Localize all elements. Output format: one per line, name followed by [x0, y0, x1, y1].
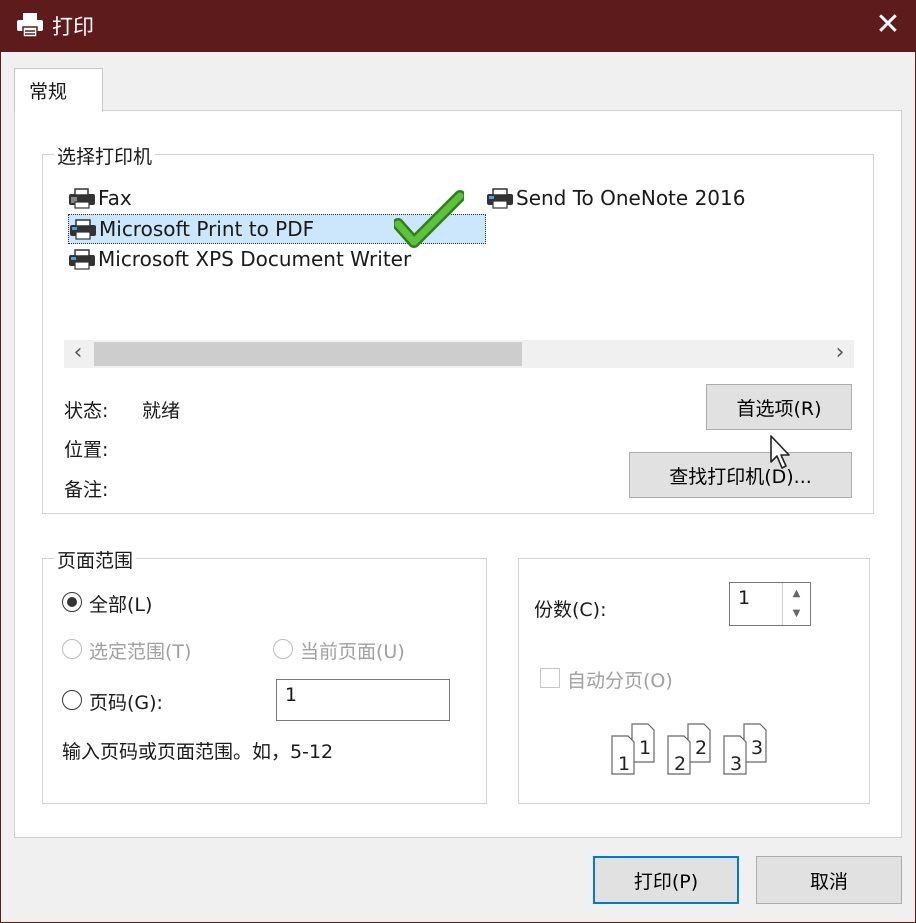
- preferences-button[interactable]: 首选项(R): [706, 384, 852, 430]
- radio-pages-label: 页码(G):: [89, 692, 163, 714]
- comment-label: 备注:: [64, 479, 109, 501]
- printer-item-fax[interactable]: Fax: [68, 184, 132, 214]
- collate-label: 自动分页(O): [567, 670, 673, 692]
- printer-icon: [70, 219, 96, 240]
- printer-list-scrollbar[interactable]: ‹ ›: [64, 340, 854, 368]
- mouse-cursor-icon: [770, 435, 790, 469]
- scroll-right-button[interactable]: ›: [826, 340, 854, 368]
- find-printer-button[interactable]: 查找打印机(D)...: [629, 452, 852, 498]
- page-range-title: 页面范围: [54, 546, 137, 573]
- collate-number: 1: [639, 737, 651, 759]
- close-button[interactable]: ✕: [860, 0, 916, 52]
- printer-icon: [69, 249, 95, 270]
- close-icon: ✕: [875, 7, 901, 42]
- radio-selection[interactable]: [62, 639, 82, 659]
- scrollbar-thumb[interactable]: [94, 342, 522, 366]
- collate-number: 1: [618, 753, 630, 775]
- printer-name: Send To OneNote 2016: [516, 186, 746, 210]
- page-range-hint: 输入页码或页面范围。如，5-12: [62, 741, 334, 763]
- tab-label: 常规: [29, 81, 68, 103]
- collate-number: 3: [730, 753, 742, 775]
- status-value: 就绪: [142, 400, 181, 422]
- chevron-right-icon: ›: [835, 340, 845, 365]
- printer-name: Microsoft XPS Document Writer: [98, 247, 412, 271]
- location-label: 位置:: [64, 439, 109, 461]
- status-label: 状态:: [64, 400, 109, 422]
- chevron-left-icon: ‹: [73, 340, 83, 365]
- select-printer-title: 选择打印机: [54, 142, 156, 169]
- collate-number: 2: [695, 737, 707, 759]
- copies-spinner[interactable]: ▲ ▼: [782, 583, 810, 625]
- checkmark-icon: [394, 190, 464, 248]
- window-title: 打印: [52, 15, 94, 39]
- spin-down-button[interactable]: ▼: [783, 604, 810, 624]
- caret-up-icon: ▲: [792, 588, 801, 599]
- radio-current-page[interactable]: [273, 639, 293, 659]
- scroll-left-button[interactable]: ‹: [64, 340, 92, 368]
- collate-checkbox[interactable]: [540, 668, 560, 688]
- print-button[interactable]: 打印(P): [593, 856, 739, 904]
- radio-all-label: 全部(L): [89, 594, 153, 616]
- pages-input[interactable]: 1: [276, 679, 450, 721]
- title-bar: 打印 ✕: [0, 0, 916, 52]
- radio-selection-label: 选定范围(T): [89, 641, 192, 663]
- fax-icon: [69, 188, 95, 209]
- printer-item-send-to-onenote[interactable]: Send To OneNote 2016: [486, 184, 745, 214]
- spin-up-button[interactable]: ▲: [783, 584, 810, 604]
- caret-down-icon: ▼: [792, 608, 801, 619]
- printer-item-microsoft-xps-document-writer[interactable]: Microsoft XPS Document Writer: [68, 245, 411, 275]
- tab-general[interactable]: 常规: [14, 68, 103, 112]
- radio-current-page-label: 当前页面(U): [300, 641, 405, 663]
- collate-pages-icon: 1 1 2 2 3 3: [611, 723, 767, 775]
- collate-number: 3: [751, 737, 763, 759]
- printer-name: Microsoft Print to PDF: [99, 217, 315, 241]
- cancel-button[interactable]: 取消: [756, 856, 902, 904]
- printer-name: Fax: [98, 186, 132, 210]
- printer-icon: [17, 13, 43, 38]
- radio-all[interactable]: [62, 592, 82, 612]
- printer-icon: [487, 188, 513, 209]
- radio-pages[interactable]: [62, 690, 82, 710]
- collate-number: 2: [674, 753, 686, 775]
- copies-label: 份数(C):: [534, 599, 607, 621]
